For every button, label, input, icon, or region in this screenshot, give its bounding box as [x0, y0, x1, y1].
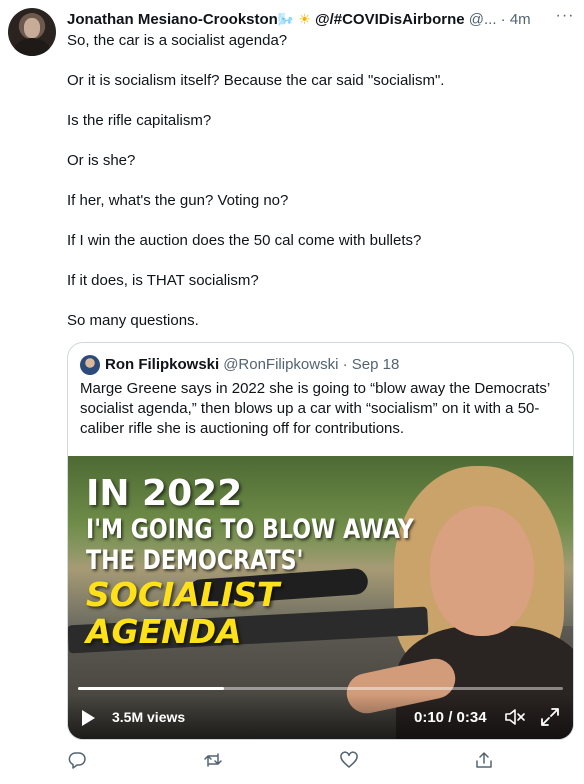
- tweet-line: Or is she?: [67, 152, 136, 169]
- author-handle-time[interactable]: @... · 4m: [465, 11, 531, 28]
- video-caption-overlay: IN 2022 I'M GOING TO BLOW AWAY THE DEMOC…: [86, 473, 486, 651]
- tweet-line: If her, what's the gun? Voting no?: [67, 192, 289, 209]
- like-icon[interactable]: [339, 750, 361, 772]
- avatar-face: [24, 18, 40, 38]
- view-count: 3.5M views: [112, 709, 186, 725]
- video-progress-track[interactable]: [78, 687, 563, 690]
- share-icon[interactable]: [474, 750, 496, 772]
- tweet-actions: [67, 750, 497, 774]
- video-controls: 3.5M views 0:10 / 0:34: [68, 694, 573, 739]
- avatar-shoulders: [14, 38, 50, 56]
- video-caption-line: THE DEMOCRATS': [86, 545, 304, 576]
- more-icon[interactable]: ···: [554, 7, 576, 29]
- quote-handle-date[interactable]: @RonFilipkowski · Sep 18: [223, 355, 399, 375]
- video-player[interactable]: IN 2022 I'M GOING TO BLOW AWAY THE DEMOC…: [68, 456, 573, 739]
- video-progress-fill: [78, 687, 224, 690]
- fullscreen-icon[interactable]: [539, 706, 561, 728]
- tweet-header: Jonathan Mesiano-Crookston🌬️ ☀ @/#COVIDi…: [67, 9, 554, 30]
- reply-icon[interactable]: [67, 750, 89, 772]
- wind-emoji-icon: 🌬️: [277, 12, 295, 27]
- author-name[interactable]: Jonathan Mesiano-Crookston: [67, 11, 278, 28]
- retweet-icon[interactable]: [203, 750, 225, 772]
- mute-icon[interactable]: [504, 707, 526, 727]
- tweet-line: If I win the auction does the 50 cal com…: [67, 232, 422, 249]
- tweet-line: So many questions.: [67, 312, 199, 329]
- author-name-suffix[interactable]: @/#COVIDisAirborne: [311, 11, 465, 28]
- video-time: 0:10 / 0:34: [414, 709, 487, 726]
- video-caption-line: SOCIALIST: [86, 575, 280, 614]
- quote-text: Marge Greene says in 2022 she is going t…: [80, 380, 550, 437]
- quote-avatar[interactable]: [80, 355, 100, 375]
- quote-author-name[interactable]: Ron Filipkowski: [105, 355, 219, 375]
- tweet: Jonathan Mesiano-Crookston🌬️ ☀ @/#COVIDi…: [0, 0, 584, 784]
- tweet-line: Or it is socialism itself? Because the c…: [67, 72, 445, 89]
- sun-emoji-icon: ☀: [298, 11, 311, 27]
- author-avatar[interactable]: [8, 8, 56, 56]
- quote-header: Ron Filipkowski @RonFilipkowski · Sep 18: [80, 355, 563, 375]
- tweet-line: Is the rifle capitalism?: [67, 112, 212, 129]
- video-caption-line: IN 2022: [86, 473, 243, 514]
- play-icon[interactable]: [82, 710, 95, 726]
- tweet-line: So, the car is a socialist agenda?: [67, 32, 288, 49]
- video-caption-line: AGENDA: [86, 612, 242, 651]
- video-caption-line: I'M GOING TO BLOW AWAY: [86, 514, 414, 545]
- quoted-tweet[interactable]: Ron Filipkowski @RonFilipkowski · Sep 18…: [67, 342, 574, 740]
- tweet-line: If it does, is THAT socialism?: [67, 272, 259, 289]
- tweet-text: So, the car is a socialist agenda? Or it…: [67, 31, 572, 351]
